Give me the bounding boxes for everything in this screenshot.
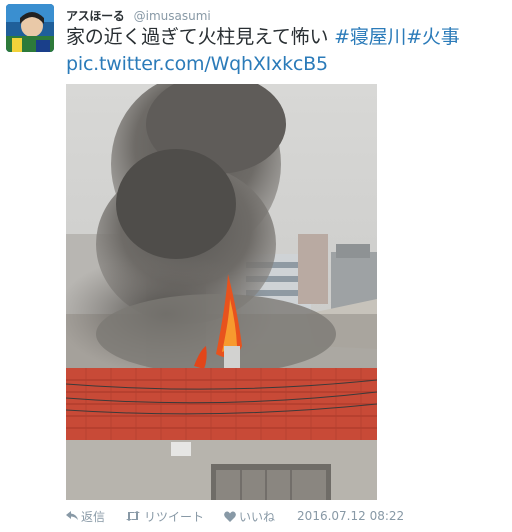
tweet-timestamp[interactable]: 2016.07.12 08:22 bbox=[297, 509, 404, 523]
like-button[interactable]: いいね bbox=[224, 508, 275, 525]
retweet-icon bbox=[126, 511, 141, 521]
tweet-actions: 返信 リツイート いいね 2016.07.12 08:22 bbox=[66, 508, 404, 524]
hashtags-link[interactable]: #寝屋川#火事 bbox=[334, 26, 460, 48]
user-handle[interactable]: @imusasumi bbox=[134, 9, 211, 23]
retweet-label: リツイート bbox=[144, 509, 205, 524]
reply-icon bbox=[66, 511, 78, 520]
avatar[interactable] bbox=[6, 4, 54, 52]
tweet-photo[interactable] bbox=[66, 84, 377, 500]
like-label: いいね bbox=[239, 509, 276, 524]
tweet-text-main: 家の近く過ぎて火柱見えて怖い bbox=[66, 26, 335, 48]
tweet-card: アスほーる @imusasumi 家の近く過ぎて火柱見えて怖い #寝屋川#火事 … bbox=[0, 0, 512, 532]
tweet-header: アスほーる @imusasumi bbox=[66, 5, 211, 23]
heart-icon bbox=[224, 511, 236, 522]
tweet-text: 家の近く過ぎて火柱見えて怖い #寝屋川#火事 pic.twitter.com/W… bbox=[66, 24, 506, 78]
retweet-button[interactable]: リツイート bbox=[125, 508, 204, 525]
media-link[interactable]: pic.twitter.com/WqhXIxkcB5 bbox=[66, 53, 328, 75]
reply-label: 返信 bbox=[81, 509, 106, 524]
display-name[interactable]: アスほーる bbox=[66, 9, 125, 23]
reply-button[interactable]: 返信 bbox=[66, 508, 105, 525]
